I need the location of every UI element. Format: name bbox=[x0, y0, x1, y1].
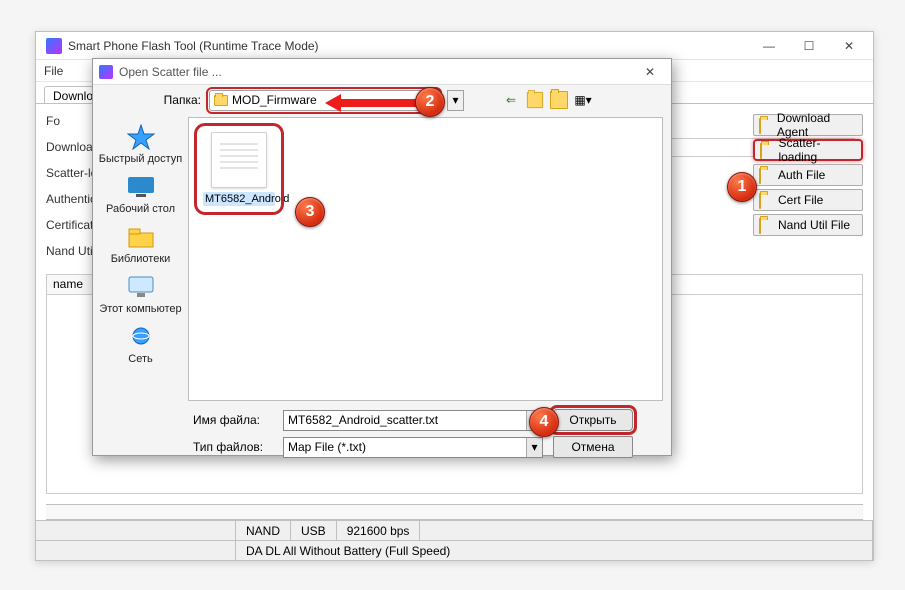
place-network[interactable]: Сеть bbox=[96, 321, 186, 367]
computer-icon bbox=[124, 273, 158, 301]
open-file-dialog: Open Scatter file ... ✕ Папка: MOD_Firmw… bbox=[92, 58, 672, 456]
titlebar: Smart Phone Flash Tool (Runtime Trace Mo… bbox=[36, 32, 873, 60]
text-file-icon bbox=[211, 132, 267, 188]
back-icon[interactable]: ⇐ bbox=[502, 91, 520, 109]
file-list[interactable]: MT6582_Android bbox=[188, 117, 663, 401]
folder-value: MOD_Firmware bbox=[232, 93, 317, 107]
filetype-label: Тип файлов: bbox=[193, 440, 273, 454]
maximize-button[interactable]: ☐ bbox=[789, 33, 829, 59]
cert-file-button[interactable]: Cert File bbox=[753, 189, 863, 211]
chevron-down-icon[interactable]: ▾ bbox=[526, 438, 542, 457]
folder-icon bbox=[759, 119, 772, 131]
statusbar-1: NAND USB 921600 bps bbox=[36, 520, 873, 540]
star-icon bbox=[124, 123, 158, 151]
app-icon bbox=[46, 38, 62, 54]
new-folder-icon[interactable] bbox=[550, 91, 568, 109]
status-mode: DA DL All Without Battery (Full Speed) bbox=[236, 541, 873, 560]
place-quick-access[interactable]: Быстрый доступ bbox=[96, 121, 186, 167]
folder-icon bbox=[759, 169, 773, 181]
file-item-scatter[interactable]: MT6582_Android bbox=[199, 128, 279, 210]
annotation-badge-2: 2 bbox=[415, 87, 445, 117]
places-bar: Быстрый доступ Рабочий стол Библиотеки Э… bbox=[93, 115, 188, 405]
annotation-arrow bbox=[325, 94, 420, 112]
filename-label: Имя файла: bbox=[193, 413, 273, 427]
open-button[interactable]: Открыть bbox=[553, 409, 633, 431]
folder-dropdown-button[interactable]: ▾ bbox=[447, 90, 464, 111]
folder-icon bbox=[759, 219, 773, 231]
status-separator bbox=[46, 504, 863, 520]
close-button[interactable]: ✕ bbox=[829, 33, 869, 59]
annotation-badge-4: 4 bbox=[529, 407, 559, 437]
network-icon bbox=[124, 323, 158, 351]
status-baud: 921600 bps bbox=[337, 521, 421, 540]
file-label: MT6582_Android bbox=[203, 192, 275, 206]
place-desktop[interactable]: Рабочий стол bbox=[96, 171, 186, 217]
dialog-icon bbox=[99, 65, 113, 79]
statusbar-2: DA DL All Without Battery (Full Speed) bbox=[36, 540, 873, 560]
filename-combo[interactable]: MT6582_Android_scatter.txt▾ bbox=[283, 410, 543, 431]
window-title: Smart Phone Flash Tool (Runtime Trace Mo… bbox=[68, 39, 749, 53]
up-icon[interactable] bbox=[526, 91, 544, 109]
filetype-combo[interactable]: Map File (*.txt)▾ bbox=[283, 437, 543, 458]
cancel-button[interactable]: Отмена bbox=[553, 436, 633, 458]
status-nand: NAND bbox=[236, 521, 291, 540]
minimize-button[interactable]: — bbox=[749, 33, 789, 59]
menu-file[interactable]: File bbox=[44, 64, 63, 78]
dialog-close-button[interactable]: ✕ bbox=[635, 59, 665, 85]
annotation-badge-3: 3 bbox=[295, 197, 325, 227]
folder-label: Папка: bbox=[153, 93, 201, 107]
folder-icon bbox=[760, 144, 773, 156]
libraries-icon bbox=[124, 223, 158, 251]
dialog-titlebar: Open Scatter file ... ✕ bbox=[93, 59, 671, 85]
dialog-title: Open Scatter file ... bbox=[119, 65, 635, 79]
side-buttons: Download Agent Scatter-loading Auth File… bbox=[753, 114, 863, 236]
view-menu-icon[interactable]: ▦▾ bbox=[574, 91, 592, 109]
place-libraries[interactable]: Библиотеки bbox=[96, 221, 186, 267]
nav-icons: ⇐ ▦▾ bbox=[502, 91, 592, 109]
auth-file-button[interactable]: Auth File bbox=[753, 164, 863, 186]
scatter-loading-button[interactable]: Scatter-loading bbox=[753, 139, 863, 161]
folder-icon bbox=[214, 95, 228, 106]
download-agent-button[interactable]: Download Agent bbox=[753, 114, 863, 136]
status-usb: USB bbox=[291, 521, 337, 540]
place-this-pc[interactable]: Этот компьютер bbox=[96, 271, 186, 317]
folder-icon bbox=[759, 194, 773, 206]
annotation-badge-1: 1 bbox=[727, 172, 757, 202]
dialog-bottom: Имя файла: MT6582_Android_scatter.txt▾ О… bbox=[93, 405, 671, 471]
nand-util-button[interactable]: Nand Util File bbox=[753, 214, 863, 236]
desktop-icon bbox=[124, 173, 158, 201]
